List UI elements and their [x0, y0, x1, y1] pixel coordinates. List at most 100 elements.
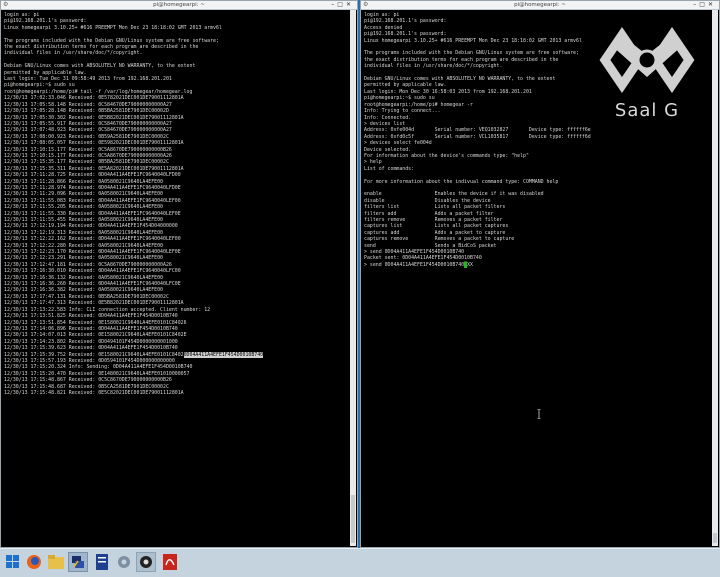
- terminal-line-text: 12/30/13 17:12:19.313 Received: 0A058002…: [4, 229, 163, 236]
- terminal-line-text: 12/30/13 17:16:36.132 Received: 0A058002…: [4, 274, 163, 281]
- terminal-line-text: 12/30/13 17:14:23.802 Received: 0D049410…: [4, 338, 178, 345]
- terminal-line-text: individual files in /usr/share/doc/*/cop…: [364, 63, 503, 70]
- terminal-line-text: root@homegearpi:/home/pi# tail -f /var/l…: [4, 88, 193, 95]
- scrollbar[interactable]: [712, 10, 718, 546]
- terminal-line-text: 12/30/13 17:16:30.010 Received: 0D04A411…: [4, 268, 181, 275]
- terminal-line-text: pi@homegearpi:~$ sudo su: [364, 95, 435, 102]
- window-controls[interactable]: –□✕: [693, 1, 716, 9]
- terminal-line-text: 12/30/13 17:12:23.291 Received: 0A058002…: [4, 255, 163, 262]
- window-title: pi@homegearpi: ~: [153, 2, 205, 8]
- terminal-line-text: disable Disables the device: [364, 197, 491, 204]
- tool-icon[interactable]: [114, 552, 134, 572]
- terminal-line-text: 12/30/13 17:11:55.455 Received: 0A058002…: [4, 217, 163, 223]
- scrollbar[interactable]: [350, 10, 356, 546]
- terminal-cursor-trail: XX: [467, 261, 473, 268]
- terminal-line-text: individual files in /usr/share/doc/*/cop…: [4, 50, 143, 57]
- terminal-line-text: 12/30/13 17:02:33.046 Received: 0E578202…: [4, 95, 184, 102]
- window-title: pi@homegearpi: ~: [514, 2, 566, 8]
- terminal-line-text: 12/30/13 17:12:47.181 Received: 0C5A8670…: [4, 261, 172, 268]
- terminal-line-text: Last login: Tue Dec 31 09:58:49 2013 fro…: [4, 76, 172, 83]
- file-explorer-icon[interactable]: [46, 552, 66, 572]
- terminal-line-text: pi@homegearpi:~$ sudo su: [4, 82, 75, 89]
- terminal-line-text: filters remove Removes a packet filter: [364, 217, 503, 223]
- terminal-line-text: Info: Connected.: [364, 114, 412, 121]
- terminal-line: 12/30/13 17:15:48.821 Received: 0E5C8202…: [4, 390, 349, 396]
- terminal-line-text: 12/30/13 17:13:51.854 Received: 0E158002…: [4, 319, 187, 326]
- terminal-line-text: 12/30/13 17:12:23.170 Received: 0D04A411…: [4, 249, 181, 256]
- terminal-line-text: 12/30/13 17:16:36.260 Received: 0D04A411…: [4, 281, 181, 288]
- terminal-line-text: captures list Lists all packet captures: [364, 223, 509, 230]
- terminal-line-text: enable Enables the device if it was disa…: [364, 191, 544, 198]
- terminal-line-text: 12/30/13 17:12:22.280 Received: 0A058002…: [4, 242, 163, 249]
- terminal-line-text: 12/30/13 17:08:00.923 Received: 0B59A258…: [4, 133, 169, 140]
- terminal-line-text: 12/30/13 17:07:48.923 Received: 0C584670…: [4, 127, 172, 134]
- scrollbar-thumb[interactable]: [351, 495, 355, 543]
- terminal-line-text: 12/30/13 17:15:48.867 Received: 0C5C8670…: [4, 377, 172, 384]
- terminal-line-text: The programs included with the Debian GN…: [364, 50, 579, 57]
- terminal-line-text: captures remove Removes a packet to capt…: [364, 236, 515, 243]
- terminal-line-text: 12/30/13 17:15:39.752 Received: 0E158002…: [4, 351, 184, 358]
- firefox-icon[interactable]: [24, 552, 44, 572]
- terminal-output[interactable]: login as: pi pi@192.168.201.1's password:…: [4, 12, 349, 545]
- terminal-line-text: 12/30/13 17:14:06.896 Received: 0D04A411…: [4, 325, 178, 332]
- terminal-line-text: 12/30/13 17:12:19.194 Received: 0D04A411…: [4, 223, 178, 230]
- terminal-line-text: 12/30/13 17:15:20.470 Received: 0E148002…: [4, 370, 190, 377]
- terminal-line-text: > devices list: [364, 120, 406, 127]
- terminal-line-text: the exact distribution terms for each pr…: [364, 56, 559, 63]
- putty-app-icon: ⚙: [363, 1, 369, 8]
- terminal-line-text: 12/30/13 17:15:35.177 Received: 0B5BA258…: [4, 159, 169, 166]
- terminal-line-text: 12/30/13 17:11:28.866 Received: 0A058002…: [4, 178, 163, 185]
- terminal-line-text: captures add Adds a packet to capture: [364, 229, 506, 236]
- terminal-line-text: 12/30/13 17:15:20.324 Info: Sending: 0D0…: [4, 364, 193, 371]
- terminal-line-text: 12/30/13 17:10:15.177 Received: 0C5A8670…: [4, 152, 172, 159]
- putty-icon[interactable]: [68, 552, 88, 572]
- terminal-line-text: Packet sent: 0D04A411A4EFE1F454D0010B740: [364, 255, 482, 262]
- windows-start-icon[interactable]: [3, 552, 23, 572]
- terminal-line-text: Linux homegearpi 3.10.25+ #616 PREEMPT M…: [4, 24, 222, 31]
- terminal-line-text: login as: pi: [364, 12, 400, 18]
- terminal-line-text: pi@192.168.201.1's password:: [4, 18, 87, 25]
- terminal-line-text: 12/30/13 17:11:55.205 Received: 0A058002…: [4, 204, 163, 211]
- terminal-line-text: permitted by applicable law.: [364, 82, 447, 89]
- terminal-line-text: pi@192.168.201.1's password:: [364, 18, 447, 25]
- selected-text[interactable]: 0D04A411A4EFE1F454D0010B740: [183, 351, 264, 358]
- terminal-line-text: permitted by applicable law.: [4, 69, 87, 76]
- terminal-line-text: Info: Trying to connect...: [364, 108, 441, 115]
- terminal-line-text: root@homegearpi:/home/pi# homegear -r: [364, 101, 473, 108]
- terminal-line-text: The programs included with the Debian GN…: [4, 37, 219, 44]
- terminal-line-text: 12/30/13 17:11:29.096 Received: 0A058002…: [4, 191, 163, 198]
- terminal-line-text: Access denied: [364, 24, 403, 31]
- terminal-line-text: 12/30/13 17:16:36.382 Received: 0A058002…: [4, 287, 163, 294]
- terminal-line-text: 12/30/13 17:05:28.148 Received: 0B5BA258…: [4, 108, 169, 115]
- terminal-line-text: 12/30/13 17:10:15.177 Received: 0C5A8670…: [4, 146, 172, 153]
- text-editor-icon[interactable]: [92, 552, 112, 572]
- terminal-line-text: 12/30/13 17:15:48.821 Received: 0E5C8202…: [4, 389, 184, 396]
- terminal-line-text: Debian GNU/Linux comes with ABSOLUTELY N…: [364, 76, 556, 83]
- title-bar[interactable]: ⚙ pi@homegearpi: ~ –□✕: [1, 1, 357, 10]
- terminal-line-text: 12/30/13 17:15:35.311 Received: 0E5A8202…: [4, 165, 184, 172]
- terminal-line-text: List of commands:: [364, 165, 415, 172]
- terminal-line-text: Debian GNU/Linux comes with ABSOLUTELY N…: [4, 63, 196, 70]
- terminal-window-left[interactable]: ⚙ pi@homegearpi: ~ –□✕ login as: pi pi@19…: [0, 0, 358, 548]
- terminal-line-text: > help: [364, 159, 382, 166]
- window-controls[interactable]: –□✕: [331, 1, 354, 9]
- terminal-line-text: 12/30/13 17:05:30.302 Received: 0E5B8202…: [4, 114, 184, 121]
- terminal-line-text: 12/30/13 17:11:55.083 Received: 0D04A411…: [4, 197, 181, 204]
- scrollbar-thumb[interactable]: [713, 533, 717, 543]
- terminal-line-text: Last login: Mon Dec 30 16:58:03 2013 fro…: [364, 88, 532, 95]
- terminal-line-text: 12/30/13 17:15:48.687 Received: 0B5CA258…: [4, 383, 169, 390]
- terminal-line-text: filters list Lists all packet filters: [364, 204, 506, 211]
- taskbar: [0, 548, 720, 577]
- terminal-line-text: login as: pi: [4, 12, 40, 18]
- logo-text: Saal G: [614, 100, 680, 121]
- terminal-line-text: 12/30/13 17:17:47.131 Received: 0B5BA258…: [4, 293, 169, 300]
- terminal-line-text: 12/30/13 17:15:39.623 Received: 0D04A411…: [4, 345, 178, 352]
- terminal-line-text: 12/30/13 17:11:55.330 Received: 0D04A411…: [4, 210, 181, 217]
- pdf-icon[interactable]: [160, 552, 180, 572]
- media-icon[interactable]: [136, 552, 156, 572]
- terminal-line-text: 12/30/13 17:13:22.583 Info: CLI connecti…: [4, 306, 211, 313]
- terminal-line-text: 12/30/13 17:15:57.193 Received: 0D059410…: [4, 357, 175, 364]
- title-bar[interactable]: ⚙ pi@homegearpi: ~ –□✕: [361, 1, 719, 10]
- terminal-line-text: > send 0D04A411A4EFE1F454D0010B740: [364, 261, 465, 268]
- terminal-line-text: Linux homegearpi 3.10.25+ #616 PREEMPT M…: [364, 37, 582, 44]
